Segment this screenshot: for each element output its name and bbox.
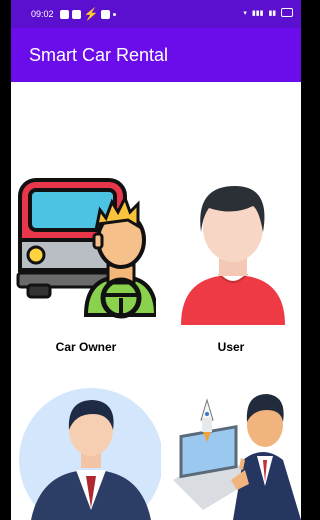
startup-option[interactable]	[161, 380, 301, 520]
businessman-icon	[19, 388, 163, 520]
businessman-option[interactable]	[16, 380, 163, 520]
startup-presenter-icon	[173, 394, 301, 520]
notification-icon	[71, 9, 81, 19]
wifi-icon: ▾	[243, 9, 247, 17]
notification-icon	[59, 9, 69, 19]
car-owner-label: Car Owner	[55, 340, 117, 354]
signal-icon: ▮▮	[268, 9, 277, 17]
app-bar: Smart Car Rental	[11, 28, 301, 82]
status-time: 09:02	[31, 9, 54, 19]
notification-icons: ⚡	[59, 7, 117, 21]
system-icons: ▾ ▮▮▮ ▮▮	[243, 8, 293, 17]
app-title: Smart Car Rental	[29, 44, 169, 65]
signal-icon: ▮▮▮	[251, 9, 264, 17]
car-owner-icon	[16, 178, 159, 319]
notification-icon	[101, 9, 111, 19]
status-bar: 09:02 ⚡ ▾ ▮▮▮ ▮▮	[11, 0, 301, 28]
app-screen: 09:02 ⚡ ▾ ▮▮▮ ▮▮ Smart Car Rental Car Ow…	[11, 0, 301, 520]
user-label: User	[217, 340, 245, 354]
car-owner-option[interactable]: Car Owner	[16, 170, 159, 360]
user-option[interactable]: User	[171, 170, 296, 360]
more-notifications-icon	[113, 12, 117, 16]
flash-icon: ⚡	[83, 7, 99, 21]
battery-icon	[281, 8, 293, 17]
user-icon	[181, 186, 285, 325]
